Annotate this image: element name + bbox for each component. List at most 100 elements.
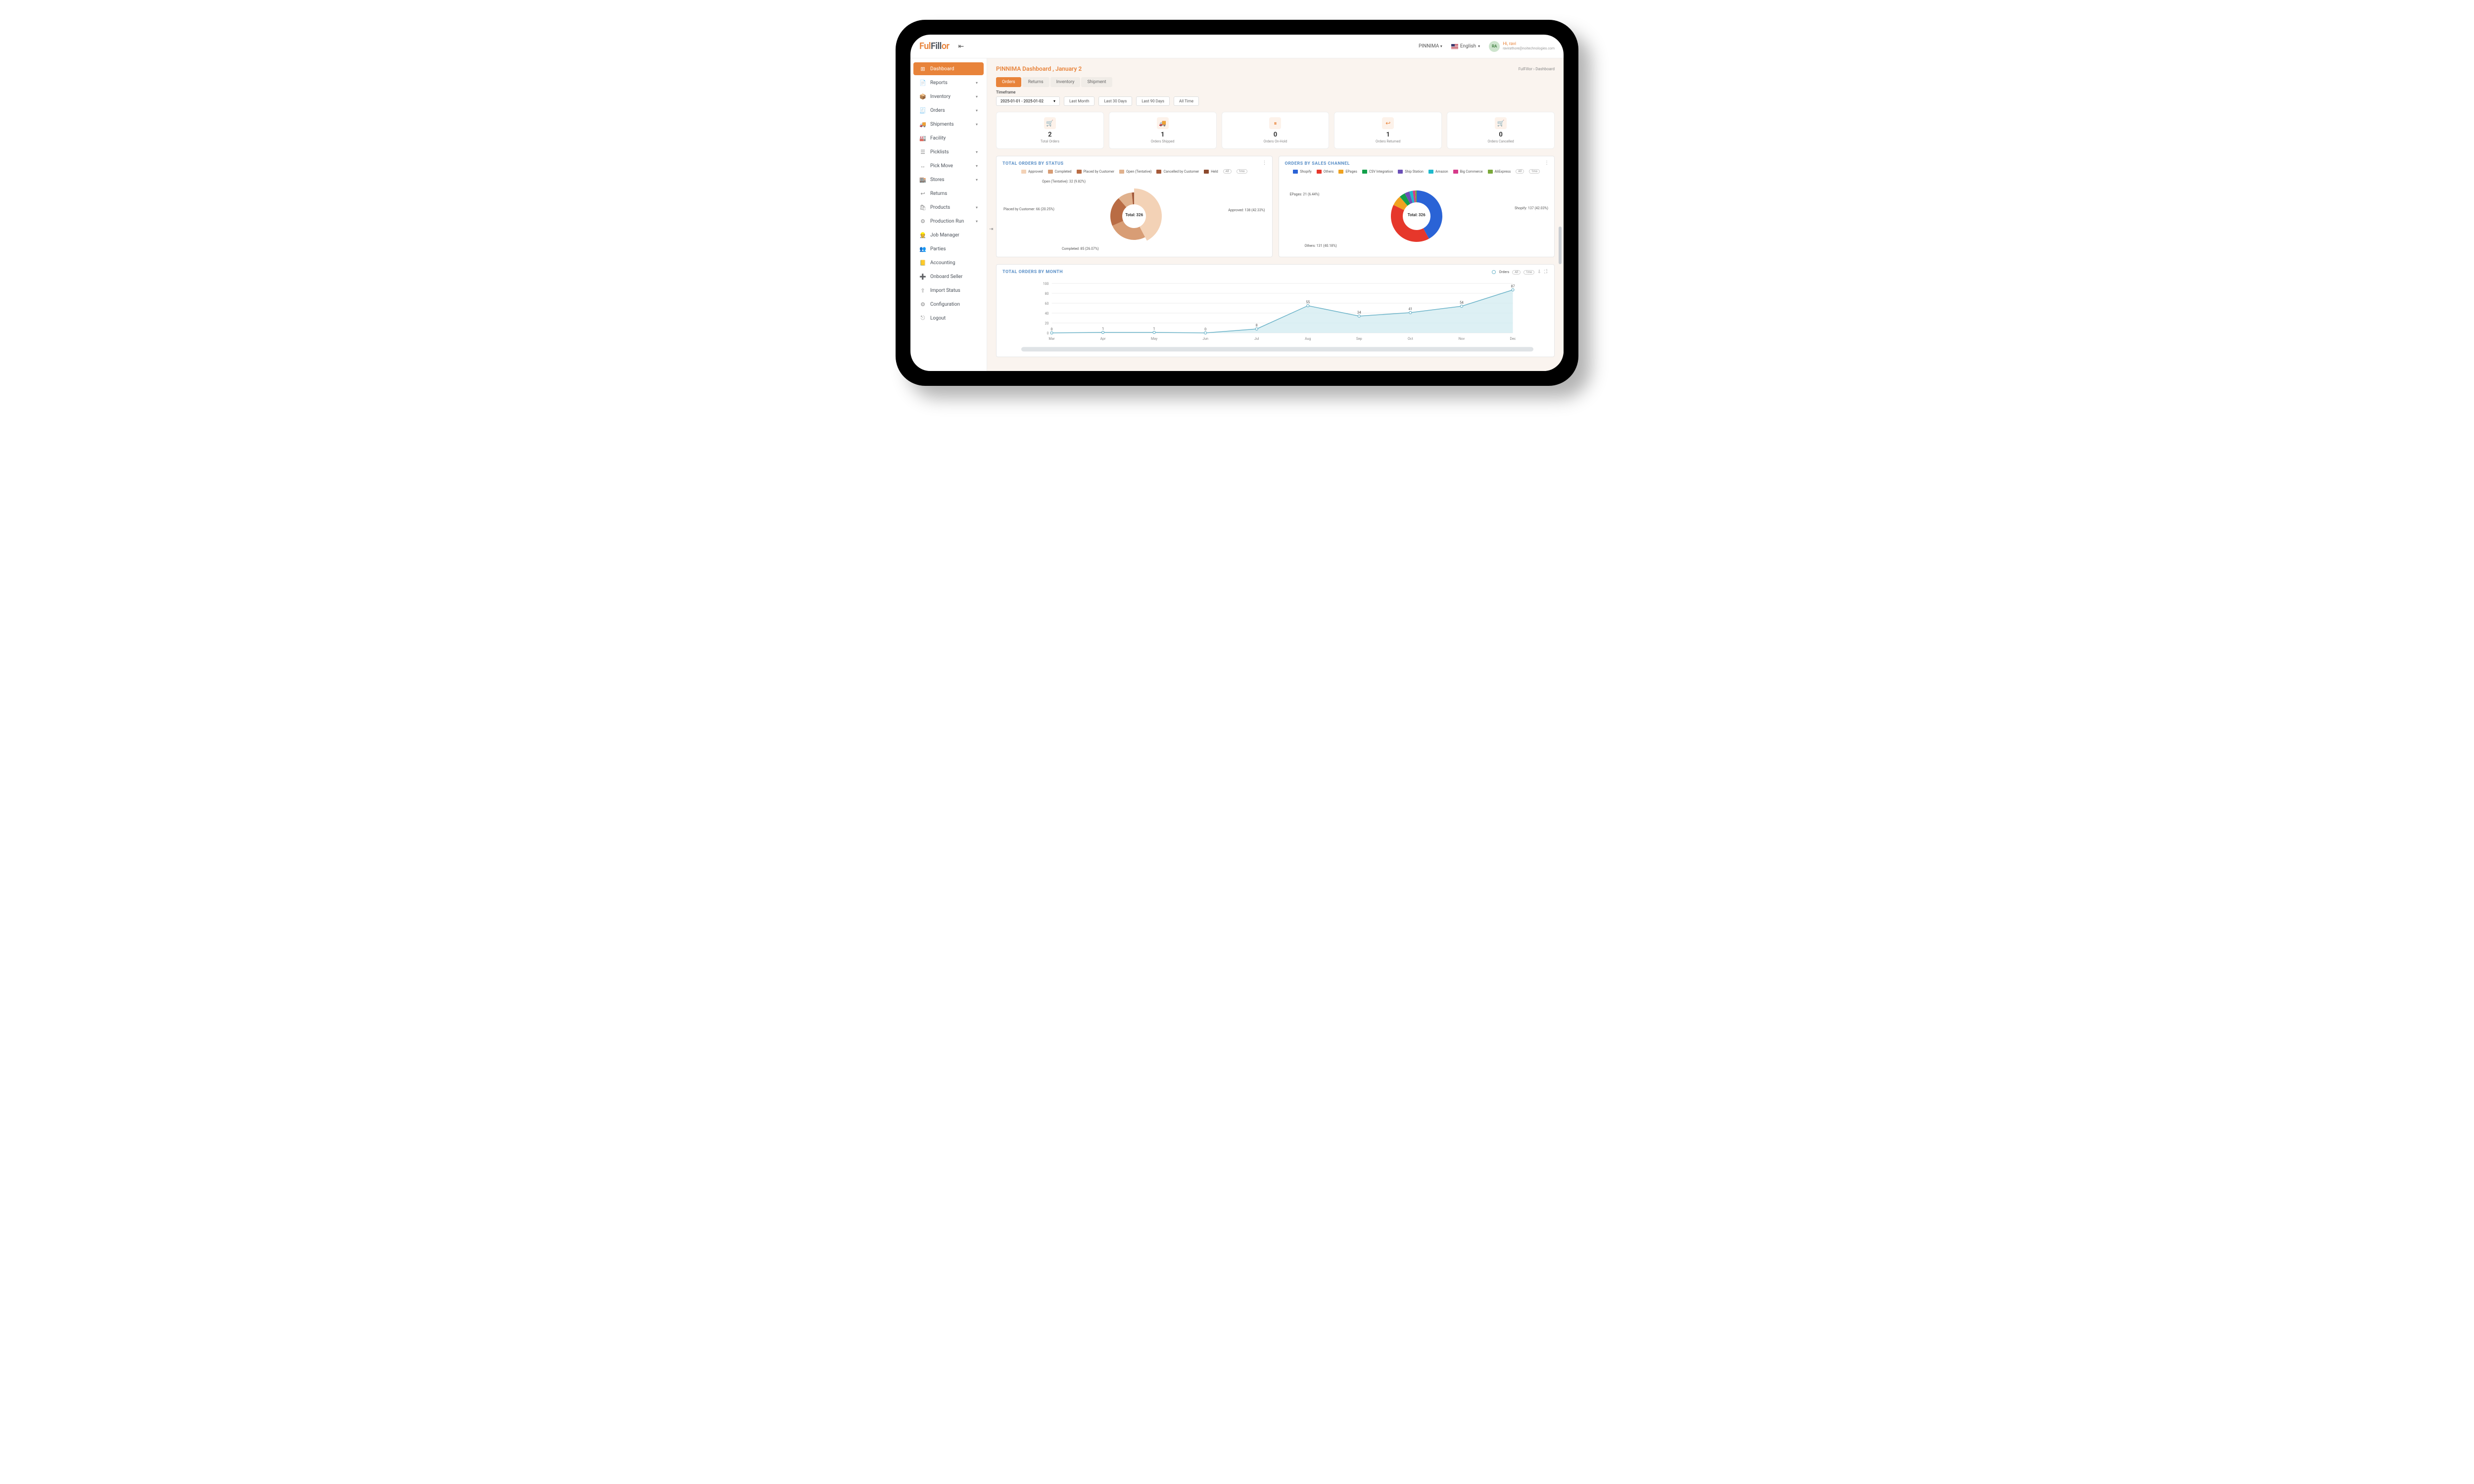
legend-item[interactable]: Ship Station	[1398, 169, 1424, 174]
kpi-value: 1	[1339, 131, 1436, 139]
svg-text:0: 0	[1204, 327, 1206, 331]
slice-label-open: Open (Tentative): 32 (9.82%)	[1042, 180, 1086, 184]
sidebar-item-accounting[interactable]: 📒 Accounting	[913, 256, 984, 269]
sidebar-item-pick-move[interactable]: ↔ Pick Move ▾	[913, 159, 984, 172]
chevron-down-icon: ▾	[976, 122, 978, 127]
sidebar-item-configuration[interactable]: ⚙ Configuration	[913, 298, 984, 311]
tab-shipment[interactable]: Shipment	[1081, 77, 1112, 87]
legend-item[interactable]: Placed by Customer	[1077, 169, 1114, 174]
legend-item[interactable]: Open (Tentative)	[1119, 169, 1151, 174]
sidebar-item-parties[interactable]: 👥 Parties	[913, 242, 984, 255]
timeframe-button[interactable]: Last 30 Days	[1098, 96, 1132, 106]
nav-label: Pick Move	[930, 163, 953, 169]
topbar: FulFillor ⇤ PINNIMA ▾ English ▾ RA Hi, r…	[910, 35, 1564, 58]
legend-swatch	[1021, 170, 1026, 174]
legend-item[interactable]: Big Commerce	[1453, 169, 1483, 174]
chevron-down-icon: ▾	[976, 94, 978, 99]
user-menu[interactable]: RA Hi, ravi ravirathore@noitechnologies.…	[1489, 41, 1555, 52]
legend-item[interactable]: Shopify	[1293, 169, 1311, 174]
nav-label: Orders	[930, 108, 945, 113]
legend-item[interactable]: AliExpress	[1488, 169, 1511, 174]
nav-label: Logout	[930, 316, 946, 321]
sidebar-item-picklists[interactable]: ☰ Picklists ▾	[913, 145, 984, 158]
card-menu-icon[interactable]: ⋮	[1544, 160, 1549, 166]
nav-icon: ↩	[919, 190, 926, 197]
sidebar-item-stores[interactable]: 🏬 Stores ▾	[913, 173, 984, 186]
sidebar-item-production-run[interactable]: ⚙ Production Run ▾	[913, 215, 984, 228]
nav-icon: ⊞	[919, 65, 926, 72]
card-menu-icon[interactable]: ⋮	[1262, 160, 1267, 166]
legend-item[interactable]: CSV Integration	[1362, 169, 1393, 174]
chevron-down-icon: ▾	[1440, 44, 1442, 48]
kpi-icon: ↩	[1382, 117, 1394, 129]
legend-swatch	[1398, 170, 1403, 174]
range-pill[interactable]: 1mo	[1237, 169, 1247, 174]
kpi-card: ↩ 1 Orders Returned	[1334, 112, 1442, 149]
card-title: ORDERS BY SALES CHANNEL	[1285, 161, 1549, 166]
nav-label: Products	[930, 205, 950, 210]
legend-swatch	[1156, 170, 1161, 174]
orders-by-month-line: 0204060801000Mar1Apr1May0Jun8Jul55Aug34S…	[1002, 278, 1548, 342]
kpi-card: ⏸ 0 Orders On-Hold	[1222, 112, 1330, 149]
svg-text:80: 80	[1045, 292, 1049, 296]
sidebar-item-dashboard[interactable]: ⊞ Dashboard	[913, 62, 984, 75]
nav-icon: ↔	[919, 162, 926, 169]
sidebar-item-reports[interactable]: 📄 Reports ▾	[913, 76, 984, 89]
legend-item[interactable]: Approved	[1021, 169, 1043, 174]
nav-label: Reports	[930, 80, 948, 86]
logo[interactable]: FulFillor	[919, 41, 950, 51]
nav-icon: 🏭	[919, 135, 926, 141]
range-pill[interactable]: 1mo	[1529, 169, 1540, 174]
legend-item[interactable]: Cancelled by Customer	[1156, 169, 1199, 174]
export-icon[interactable]: ⇩	[1537, 270, 1541, 275]
tab-returns[interactable]: Returns	[1022, 77, 1049, 87]
sidebar-item-shipments[interactable]: 🚚 Shipments ▾	[913, 118, 984, 131]
page-title: PINNIMA Dashboard , January 2	[996, 65, 1082, 72]
legend-item[interactable]: EPages	[1338, 169, 1357, 174]
legend-item[interactable]: Held	[1204, 169, 1218, 174]
fullscreen-icon[interactable]: ⛶	[1544, 270, 1547, 275]
sidebar-item-returns[interactable]: ↩ Returns	[913, 187, 984, 200]
range-pill[interactable]: All	[1223, 169, 1232, 174]
sidebar-item-products[interactable]: 🛍 Products ▾	[913, 201, 984, 214]
tab-inventory[interactable]: Inventory	[1050, 77, 1081, 87]
panel-collapse-icon[interactable]: ⇥	[989, 227, 993, 232]
tenant-switcher[interactable]: PINNIMA ▾	[1419, 44, 1442, 49]
user-email: ravirathore@noitechnologies.com	[1503, 47, 1555, 51]
sidebar-item-inventory[interactable]: 📦 Inventory ▾	[913, 90, 984, 103]
range-pill[interactable]: All	[1516, 169, 1524, 174]
range-pill[interactable]: All	[1512, 270, 1521, 275]
chart-scrollbar[interactable]	[1021, 347, 1533, 352]
legend-swatch	[1362, 170, 1367, 174]
nav-label: Onboard Seller	[930, 274, 962, 279]
legend-item[interactable]: Amazon	[1428, 169, 1448, 174]
legend-item[interactable]: Others	[1317, 169, 1334, 174]
sidebar-toggle-icon[interactable]: ⇤	[958, 43, 964, 50]
sidebar-item-orders[interactable]: 🧾 Orders ▾	[913, 104, 984, 117]
legend-item[interactable]: Completed	[1048, 169, 1072, 174]
timeframe-button[interactable]: All Time	[1174, 96, 1199, 106]
kpi-icon: 🛒	[1044, 117, 1056, 129]
svg-text:Jun: Jun	[1202, 337, 1208, 341]
nav-icon: ⚙	[919, 301, 926, 308]
tab-orders[interactable]: Orders	[996, 77, 1021, 87]
sidebar-item-logout[interactable]: ⎋ Logout	[913, 312, 984, 325]
range-pill[interactable]: 1mo	[1523, 270, 1534, 275]
line-legend: Orders All 1mo ⇩ ⛶	[1492, 270, 1547, 275]
sidebar-item-job-manager[interactable]: 👷 Job Manager	[913, 229, 984, 241]
card-title: TOTAL ORDERS BY MONTH	[1002, 270, 1548, 275]
nav-icon: 📦	[919, 93, 926, 100]
timeframe-range-select[interactable]: 2025-01-01 - 2025-01-02▾	[996, 96, 1060, 106]
slice-label-others: Others: 131 (40.18%)	[1305, 244, 1337, 248]
sidebar-item-import-status[interactable]: ⇪ Import Status	[913, 284, 984, 297]
sidebar-item-facility[interactable]: 🏭 Facility	[913, 132, 984, 144]
nav-label: Inventory	[930, 94, 951, 99]
timeframe-button[interactable]: Last Month	[1064, 96, 1094, 106]
main-scrollbar[interactable]	[1559, 227, 1562, 351]
kpi-value: 0	[1452, 131, 1549, 139]
nav-label: Parties	[930, 246, 946, 252]
sidebar-item-onboard-seller[interactable]: ➕ Onboard Seller	[913, 270, 984, 283]
us-flag-icon	[1451, 44, 1458, 49]
timeframe-button[interactable]: Last 90 Days	[1136, 96, 1170, 106]
language-switcher[interactable]: English ▾	[1451, 44, 1480, 49]
